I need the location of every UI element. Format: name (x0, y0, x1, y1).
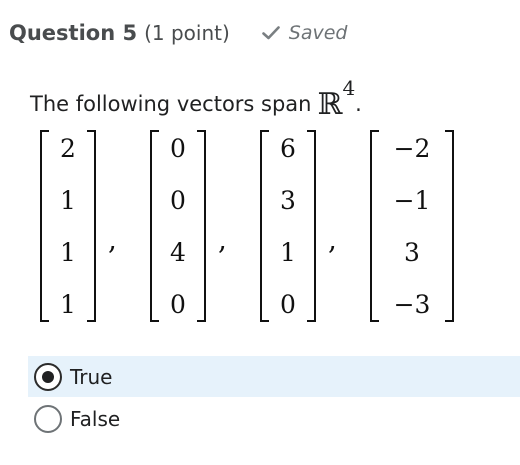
vector-entry: 0 (170, 186, 186, 215)
vector-entry: 1 (60, 290, 76, 319)
vector-1: 2 1 1 1 (40, 130, 96, 322)
vector-3: 6 3 1 0 (260, 130, 316, 322)
vector-entry: 1 (280, 238, 296, 267)
vector-entry: −3 (393, 290, 431, 319)
vector-entry: 6 (280, 134, 296, 163)
real-space-symbol: ℝ (317, 87, 343, 122)
option-label[interactable]: False (70, 407, 120, 431)
option-label[interactable]: True (70, 365, 112, 389)
vector-entry: 3 (404, 238, 420, 267)
vector-entry: 0 (170, 290, 186, 319)
vector-entry: −1 (393, 186, 431, 215)
question-title: Question 5 (9, 21, 138, 45)
saved-status: Saved (261, 22, 348, 44)
vector-entry: 3 (280, 186, 296, 215)
check-icon (261, 26, 280, 40)
vector-entry: −2 (393, 134, 431, 163)
vector-2: 0 0 4 0 (150, 130, 206, 322)
prompt-period: . (355, 92, 362, 116)
option-true[interactable]: True (28, 356, 520, 397)
saved-label: Saved (288, 22, 348, 44)
vector-separator: , (108, 223, 117, 256)
vector-separator: , (218, 223, 227, 256)
vector-entry: 4 (170, 238, 186, 267)
vector-4: −2 −1 3 −3 (370, 130, 454, 322)
vector-entry: 0 (170, 134, 186, 163)
question-header: Question 5 (1 point) Saved (9, 21, 348, 45)
radio-button-selected[interactable] (34, 362, 62, 391)
space-dimension: 4 (342, 76, 356, 100)
question-prompt: The following vectors span ℝ4. (30, 76, 362, 122)
radio-button[interactable] (34, 404, 62, 433)
question-points: (1 point) (144, 21, 230, 45)
prompt-text: The following vectors span (30, 92, 312, 116)
vector-separator: , (328, 223, 337, 256)
vector-entry: 0 (280, 290, 296, 319)
radio-dot-icon (42, 370, 54, 383)
vector-entry: 1 (60, 186, 76, 215)
option-false[interactable]: False (28, 398, 520, 439)
vector-entry: 1 (60, 238, 76, 267)
vector-entry: 2 (60, 134, 76, 163)
